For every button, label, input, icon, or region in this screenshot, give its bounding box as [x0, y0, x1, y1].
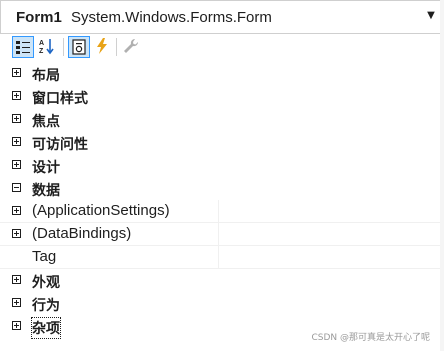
properties-icon: [72, 39, 86, 55]
alphabetical-icon: A Z: [39, 39, 54, 55]
object-type: System.Windows.Forms.Form: [71, 9, 272, 26]
property-pages-button[interactable]: [121, 36, 143, 58]
category-label: 杂项: [31, 317, 61, 339]
expand-icon[interactable]: [12, 298, 21, 307]
column-divider[interactable]: [218, 223, 219, 245]
property-label: (ApplicationSettings): [32, 202, 170, 219]
expand-icon[interactable]: [12, 68, 21, 77]
watermark: CSDN @那可真是太开心了呢: [311, 333, 430, 343]
panel-edge: [440, 0, 444, 351]
events-icon: [97, 38, 107, 54]
category-appearance[interactable]: 外观: [0, 269, 440, 292]
property-label: Tag: [32, 248, 57, 265]
category-data[interactable]: 数据: [0, 177, 440, 200]
category-behavior[interactable]: 行为: [0, 292, 440, 315]
expand-icon[interactable]: [12, 275, 21, 284]
events-button[interactable]: [92, 36, 114, 58]
category-layout[interactable]: 布局: [0, 62, 440, 85]
chevron-down-icon[interactable]: ▼: [424, 9, 438, 23]
wrench-icon: [124, 38, 139, 53]
property-grid: 布局 窗口样式 焦点 可访问性 设计 数据 (ApplicationSettin…: [0, 62, 440, 351]
category-label: 行为: [32, 298, 60, 314]
category-label: 数据: [32, 183, 60, 199]
object-selector[interactable]: Form1 System.Windows.Forms.Form ▼: [0, 0, 440, 34]
category-focus[interactable]: 焦点: [0, 108, 440, 131]
expand-icon[interactable]: [12, 114, 21, 123]
property-toolbar: A Z: [0, 34, 440, 60]
category-label: 外观: [32, 275, 60, 291]
object-name: Form1: [16, 9, 62, 26]
column-divider[interactable]: [218, 246, 219, 268]
property-label: (DataBindings): [32, 225, 132, 242]
property-data-bindings[interactable]: (DataBindings): [0, 223, 440, 246]
categorized-button[interactable]: [12, 36, 34, 58]
svg-text:A: A: [39, 40, 44, 47]
expand-icon[interactable]: [12, 160, 21, 169]
expand-icon[interactable]: [12, 229, 21, 238]
properties-button[interactable]: [68, 36, 90, 58]
category-design[interactable]: 设计: [0, 154, 440, 177]
property-application-settings[interactable]: (ApplicationSettings): [0, 200, 440, 223]
column-divider[interactable]: [218, 200, 219, 222]
svg-text:Z: Z: [39, 48, 44, 55]
toolbar-separator: [116, 38, 117, 56]
category-label: 布局: [32, 68, 60, 84]
expand-icon[interactable]: [12, 137, 21, 146]
expand-icon[interactable]: [12, 206, 21, 215]
toolbar-separator: [63, 38, 64, 56]
category-label: 窗口样式: [32, 91, 88, 107]
category-accessibility[interactable]: 可访问性: [0, 131, 440, 154]
expand-icon[interactable]: [12, 321, 21, 330]
category-label: 焦点: [32, 114, 60, 130]
property-tag[interactable]: Tag: [0, 246, 440, 269]
category-label: 可访问性: [32, 137, 88, 153]
alphabetical-button[interactable]: A Z: [37, 36, 59, 58]
collapse-icon[interactable]: [12, 183, 21, 192]
category-window-style[interactable]: 窗口样式: [0, 85, 440, 108]
categorized-icon: [16, 41, 30, 54]
category-label: 设计: [32, 160, 60, 176]
expand-icon[interactable]: [12, 91, 21, 100]
